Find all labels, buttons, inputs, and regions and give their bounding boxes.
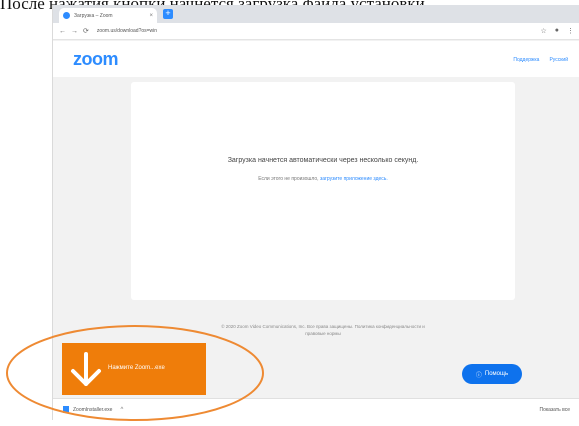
zoom-favicon-icon xyxy=(63,12,70,19)
downloaded-file[interactable]: ZoomInstaller.exe xyxy=(63,406,112,413)
page-footer: © 2020 Zoom Video Communications, Inc. В… xyxy=(221,324,425,336)
url-field[interactable]: zoom.us/download?os=win xyxy=(97,28,157,34)
help-button[interactable]: ⓘ Помощь xyxy=(462,364,522,384)
show-all-button[interactable]: Показать все xyxy=(539,407,570,413)
reload-icon[interactable]: ⟳ xyxy=(83,27,89,35)
browser-tab[interactable]: Загрузка – Zoom × xyxy=(59,8,157,23)
zoom-header: zoom Поддержка Русский xyxy=(53,41,579,77)
forward-icon[interactable]: → xyxy=(71,28,78,35)
download-card: Загрузка начнется автоматически через не… xyxy=(131,82,515,300)
file-icon xyxy=(63,406,69,413)
manual-download-link[interactable]: загрузите приложение здесь. xyxy=(320,176,388,182)
help-label: Помощь xyxy=(484,371,509,377)
star-icon[interactable]: ☆ xyxy=(540,27,546,35)
language-link[interactable]: Русский xyxy=(549,57,568,63)
downloaded-file-name: ZoomInstaller.exe xyxy=(73,406,113,413)
address-bar: ← → ⟳ zoom.us/download?os=win ☆ ● ⋮ xyxy=(53,23,579,40)
zoom-logo[interactable]: zoom xyxy=(73,49,119,70)
close-tab-icon[interactable]: × xyxy=(149,13,153,19)
download-message: Загрузка начнется автоматически через не… xyxy=(227,157,419,164)
download-arrow-icon xyxy=(71,352,101,386)
chevron-up-icon[interactable]: ^ xyxy=(120,407,123,413)
download-bar: ZoomInstaller.exe ^ Показать все xyxy=(53,398,579,420)
new-tab-button[interactable]: + xyxy=(163,9,173,19)
profile-icon[interactable]: ● xyxy=(555,27,559,35)
menu-icon[interactable]: ⋮ xyxy=(567,27,574,35)
back-icon[interactable]: ← xyxy=(59,28,66,35)
subtext-prefix: Если этого не произошло, xyxy=(258,176,319,182)
callout-text: Нажмите Zoom...exe xyxy=(108,365,165,371)
tab-bar: Загрузка – Zoom × + xyxy=(53,5,579,23)
support-link[interactable]: Поддержка xyxy=(513,57,539,63)
tab-title: Загрузка – Zoom xyxy=(74,12,113,19)
download-subtext: Если этого не произошло, загрузите прило… xyxy=(131,176,515,182)
help-icon: ⓘ xyxy=(475,372,482,379)
download-callout[interactable]: Нажмите Zoom...exe xyxy=(62,343,206,395)
